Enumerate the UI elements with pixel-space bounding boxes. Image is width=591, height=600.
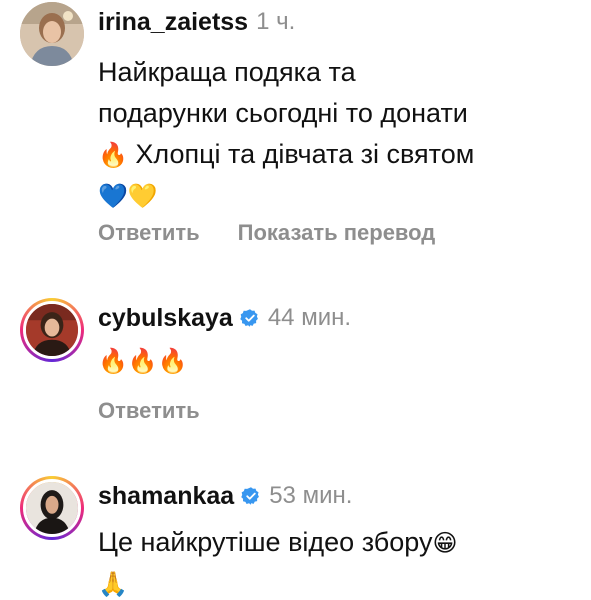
- pray-emoji: 🙏: [98, 570, 128, 598]
- grin-emoji: 😁: [432, 529, 458, 557]
- verified-badge-icon: [240, 309, 258, 327]
- comment-actions: Ответить Показать перевод: [98, 220, 473, 246]
- fire-emoji: 🔥: [98, 141, 128, 169]
- show-translation-button[interactable]: Показать перевод: [238, 220, 436, 246]
- comment-line: Найкраща подяка та: [98, 57, 356, 87]
- comments-list: irina_zaietss 1 ч. Найкраща подяка та по…: [0, 0, 591, 600]
- comment-header: cybulskaya 44 мин.: [98, 300, 351, 336]
- username[interactable]: cybulskaya: [98, 304, 233, 333]
- fire-emoji: 🔥🔥🔥: [98, 347, 188, 375]
- comment-line: 🔥 Хлопці та дівчата зі святом: [98, 139, 475, 169]
- avatar-photo-icon: [26, 304, 78, 356]
- timestamp: 53 мин.: [269, 482, 353, 509]
- comment-actions: Ответить: [98, 398, 238, 424]
- comment-header: irina_zaietss 1 ч.: [98, 4, 295, 40]
- comment-text: Найкраща подяка та подарунки сьогодні то…: [98, 52, 578, 216]
- avatar-photo-icon: [26, 482, 78, 534]
- timestamp: 1 ч.: [256, 8, 296, 35]
- comment-line: Це найкрутіше відео збору😁: [98, 527, 458, 557]
- reply-button[interactable]: Ответить: [98, 398, 200, 424]
- username[interactable]: shamankaa: [98, 482, 234, 511]
- comment-header: shamankaa 53 мин.: [98, 478, 352, 514]
- comment-line: 💙💛: [98, 175, 578, 216]
- reply-button[interactable]: Ответить: [98, 220, 200, 246]
- comment-text: Це найкрутіше відео збору😁 🙏: [98, 522, 578, 600]
- avatar-photo-icon: [20, 2, 84, 66]
- comment-text: 🔥🔥🔥: [98, 340, 578, 381]
- avatar[interactable]: [20, 2, 84, 66]
- comment-line: 🙏: [98, 563, 578, 600]
- avatar[interactable]: [20, 298, 84, 362]
- username[interactable]: irina_zaietss: [98, 8, 248, 37]
- verified-badge-icon: [241, 487, 260, 505]
- comment-line: подарунки сьогодні то донати: [98, 98, 468, 128]
- avatar[interactable]: [20, 476, 84, 540]
- hearts-emoji: 💙💛: [98, 182, 158, 210]
- timestamp: 44 мин.: [267, 304, 352, 331]
- comment-line: 🔥🔥🔥: [98, 340, 578, 381]
